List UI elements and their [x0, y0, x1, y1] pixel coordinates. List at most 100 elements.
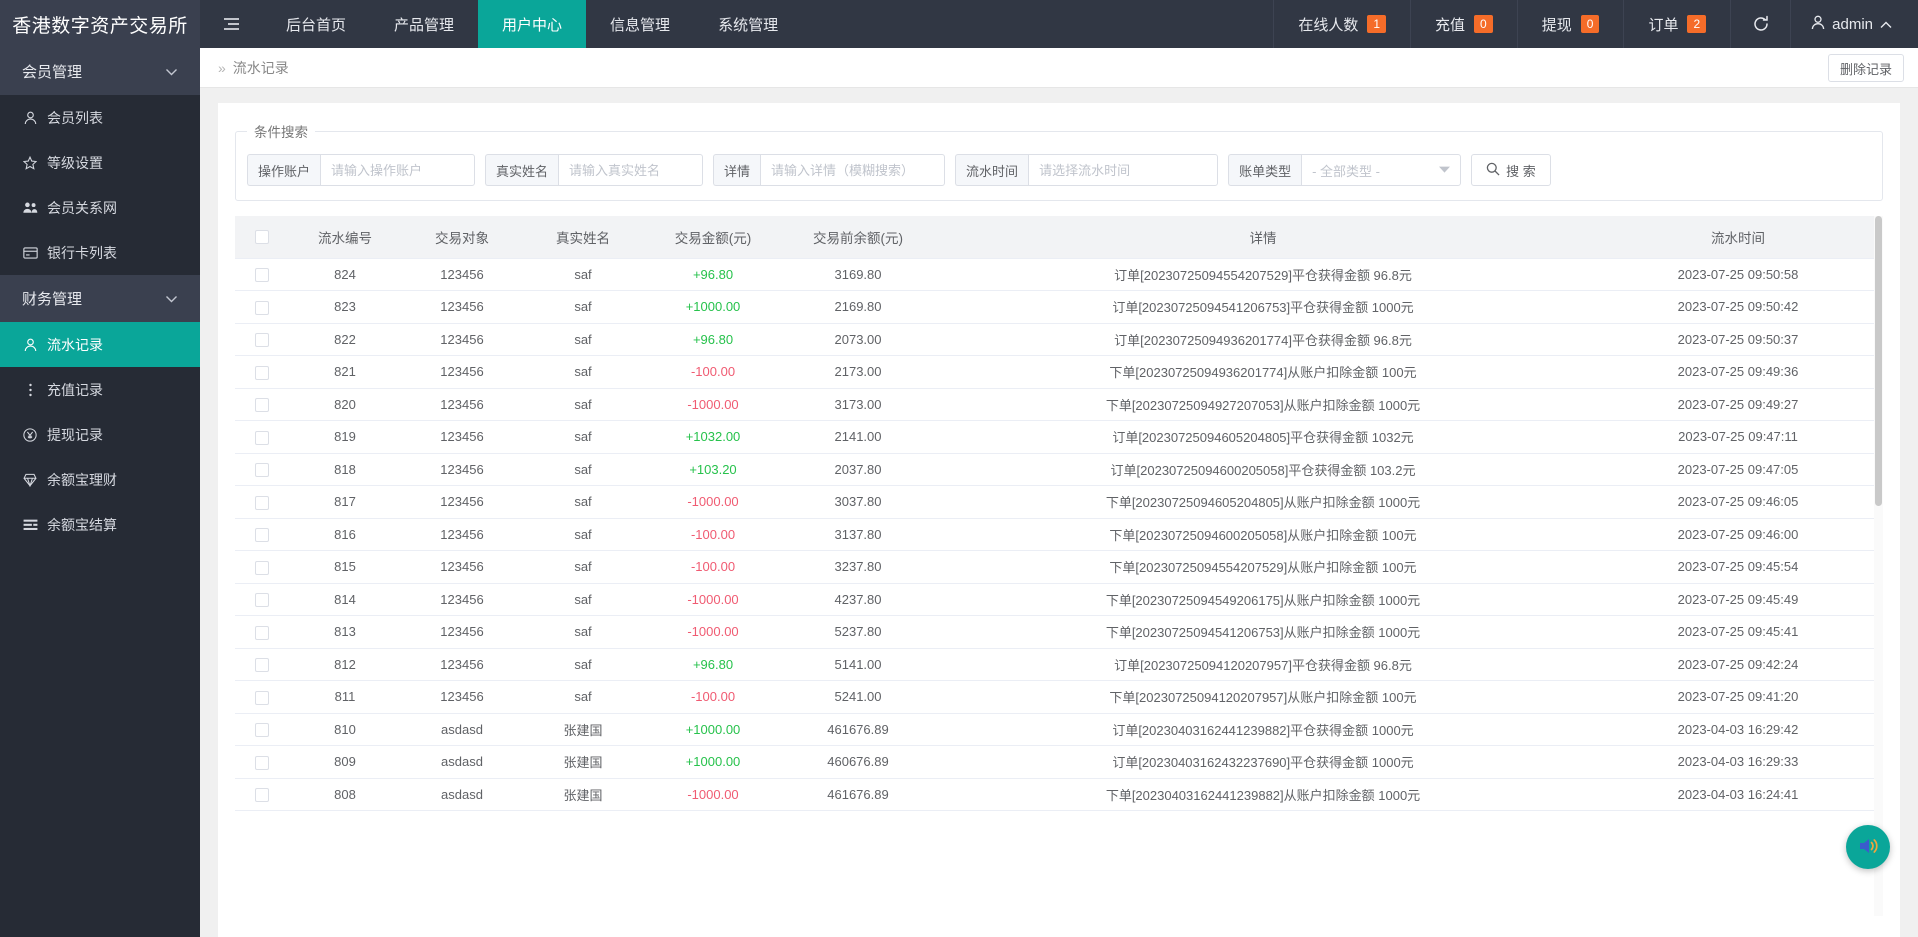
table-header-row: 流水编号 交易对象 真实姓名 交易金额(元) 交易前余额(元) 详情 流水时间 — [235, 216, 1883, 259]
nav-item-1[interactable]: 产品管理 — [370, 0, 478, 48]
row-checkbox[interactable] — [255, 690, 269, 705]
table-row[interactable]: 809 asdasd 张建国 +1000.00 460676.89 订单[20230403… — [235, 745, 1883, 779]
sidebar-item-bankcard-list[interactable]: 银行卡列表 — [0, 230, 200, 275]
cell-amount: +96.80 — [643, 648, 783, 681]
star-icon — [22, 155, 38, 170]
table-row[interactable]: 819 123456 saf +1032.00 2141.00 订单[2023072509… — [235, 420, 1883, 454]
row-checkbox-cell — [235, 583, 289, 616]
list-icon — [22, 519, 38, 531]
flow-time-input[interactable] — [1028, 154, 1219, 186]
cell-flow-id: 817 — [289, 485, 401, 519]
bill-type-select[interactable]: - 全部类型 - — [1301, 154, 1462, 186]
cell-balance: 3037.80 — [783, 485, 933, 519]
detail-input[interactable] — [760, 154, 946, 186]
stat-online-users[interactable]: 在线人数 1 — [1273, 0, 1410, 48]
cell-detail: 下单[20230725094927207053]从账户扣除金额 1000元 — [933, 388, 1593, 421]
row-checkbox-cell — [235, 323, 289, 356]
row-checkbox[interactable] — [255, 593, 269, 608]
table-row[interactable]: 812 123456 saf +96.80 5141.00 订单[202307250941… — [235, 648, 1883, 681]
row-checkbox[interactable] — [255, 658, 269, 673]
sidebar-item-recharge-records[interactable]: 充值记录 — [0, 367, 200, 412]
table-row[interactable]: 822 123456 saf +96.80 2073.00 订单[202307250949… — [235, 323, 1883, 356]
cell-real-name: saf — [523, 388, 643, 421]
column-header-amount: 交易金额(元) — [643, 216, 783, 259]
stat-withdraw[interactable]: 提现 0 — [1516, 0, 1624, 48]
table-row[interactable]: 816 123456 saf -100.00 3137.80 下单[20230725094… — [235, 518, 1883, 551]
row-checkbox[interactable] — [255, 333, 269, 348]
select-all-checkbox[interactable] — [255, 230, 269, 245]
table-row[interactable]: 817 123456 saf -1000.00 3037.80 下单[2023072509… — [235, 485, 1883, 519]
sidebar-group-member[interactable]: 会员管理 — [0, 48, 200, 95]
cell-trade-obj: 123456 — [401, 420, 523, 454]
row-checkbox[interactable] — [255, 463, 269, 478]
row-checkbox[interactable] — [255, 625, 269, 640]
row-checkbox[interactable] — [255, 365, 269, 380]
cell-real-name: saf — [523, 355, 643, 389]
user-icon — [22, 111, 38, 125]
table-scrollbar[interactable] — [1874, 216, 1883, 916]
filter-real-name-label: 真实姓名 — [485, 154, 559, 186]
nav-item-4[interactable]: 系统管理 — [694, 0, 802, 48]
sidebar-item-member-network[interactable]: 会员关系网 — [0, 185, 200, 230]
table-row[interactable]: 820 123456 saf -1000.00 3173.00 下单[2023072509… — [235, 388, 1883, 421]
row-checkbox[interactable] — [255, 495, 269, 510]
refresh-icon[interactable] — [1730, 0, 1790, 48]
bill-type-select-value: - 全部类型 - — [1312, 163, 1380, 179]
sidebar-item-withdraw-records-label: 提现记录 — [47, 426, 103, 443]
sound-toggle-button[interactable] — [1846, 825, 1890, 869]
table-row[interactable]: 824 123456 saf +96.80 3169.80 订单[202307250945… — [235, 258, 1883, 291]
sidebar-item-withdraw-records[interactable]: 提现记录 — [0, 412, 200, 457]
sound-icon — [1856, 835, 1880, 860]
filter-operator-account-label: 操作账户 — [247, 154, 321, 186]
records-card: 条件搜索 操作账户 真实姓名 详情 — [218, 103, 1900, 937]
sidebar-group-finance-label: 财务管理 — [22, 291, 83, 308]
row-checkbox[interactable] — [255, 755, 269, 770]
column-header-flow-id: 流水编号 — [289, 216, 401, 259]
sidebar-item-yuebao-settlement[interactable]: 余额宝结算 — [0, 502, 200, 547]
operator-account-input[interactable] — [320, 154, 476, 186]
row-checkbox-cell — [235, 388, 289, 421]
user-menu[interactable]: admin — [1790, 0, 1918, 48]
cell-real-name: 张建国 — [523, 713, 643, 746]
nav-item-3[interactable]: 信息管理 — [586, 0, 694, 48]
stat-orders[interactable]: 订单 2 — [1623, 0, 1730, 48]
row-checkbox[interactable] — [255, 300, 269, 315]
table-row[interactable]: 815 123456 saf -100.00 3237.80 下单[20230725094… — [235, 550, 1883, 584]
table-row[interactable]: 814 123456 saf -1000.00 4237.80 下单[2023072509… — [235, 583, 1883, 616]
users-icon — [22, 201, 38, 214]
cell-flow-id: 823 — [289, 290, 401, 324]
cell-detail: 订单[20230725094554207529]平仓获得金额 96.8元 — [933, 258, 1593, 291]
table-row[interactable]: 818 123456 saf +103.20 2037.80 订单[20230725094… — [235, 453, 1883, 486]
row-checkbox[interactable] — [255, 788, 269, 803]
real-name-input[interactable] — [558, 154, 704, 186]
stat-recharge[interactable]: 充值 0 — [1410, 0, 1517, 48]
sidebar-item-member-list[interactable]: 会员列表 — [0, 95, 200, 140]
cell-detail: 订单[20230725094120207957]平仓获得金额 96.8元 — [933, 648, 1593, 681]
hamburger-icon[interactable] — [200, 0, 262, 48]
nav-item-0[interactable]: 后台首页 — [262, 0, 370, 48]
table-row[interactable]: 810 asdasd 张建国 +1000.00 461676.89 订单[20230403… — [235, 713, 1883, 746]
cell-flow-id: 822 — [289, 323, 401, 356]
table-row[interactable]: 808 asdasd 张建国 -1000.00 461676.89 下单[20230403… — [235, 778, 1883, 811]
table-row[interactable]: 813 123456 saf -1000.00 5237.80 下单[2023072509… — [235, 615, 1883, 649]
table-row[interactable]: 821 123456 saf -100.00 2173.00 下单[20230725094… — [235, 355, 1883, 389]
sidebar-item-flow-records[interactable]: 流水记录 — [0, 322, 200, 367]
table-row[interactable]: 811 123456 saf -100.00 5241.00 下单[20230725094… — [235, 680, 1883, 714]
sidebar-item-yuebao-finance[interactable]: 余额宝理财 — [0, 457, 200, 502]
sidebar-group-member-label: 会员管理 — [22, 64, 83, 81]
sidebar-item-level-settings[interactable]: 等级设置 — [0, 140, 200, 185]
row-checkbox[interactable] — [255, 723, 269, 738]
table-scrollbar-thumb[interactable] — [1875, 216, 1882, 506]
cell-real-name: 张建国 — [523, 745, 643, 779]
nav-item-2[interactable]: 用户中心 — [478, 0, 587, 48]
row-checkbox[interactable] — [255, 398, 269, 413]
row-checkbox[interactable] — [255, 430, 269, 445]
row-checkbox[interactable] — [255, 268, 269, 283]
delete-records-button[interactable]: 删除记录 — [1827, 54, 1904, 82]
row-checkbox[interactable] — [255, 528, 269, 543]
search-button[interactable]: 搜 索 — [1471, 154, 1551, 186]
sidebar-item-level-settings-label: 等级设置 — [47, 154, 103, 171]
sidebar-group-finance[interactable]: 财务管理 — [0, 275, 200, 322]
table-row[interactable]: 823 123456 saf +1000.00 2169.80 订单[2023072509… — [235, 290, 1883, 324]
row-checkbox[interactable] — [255, 560, 269, 575]
